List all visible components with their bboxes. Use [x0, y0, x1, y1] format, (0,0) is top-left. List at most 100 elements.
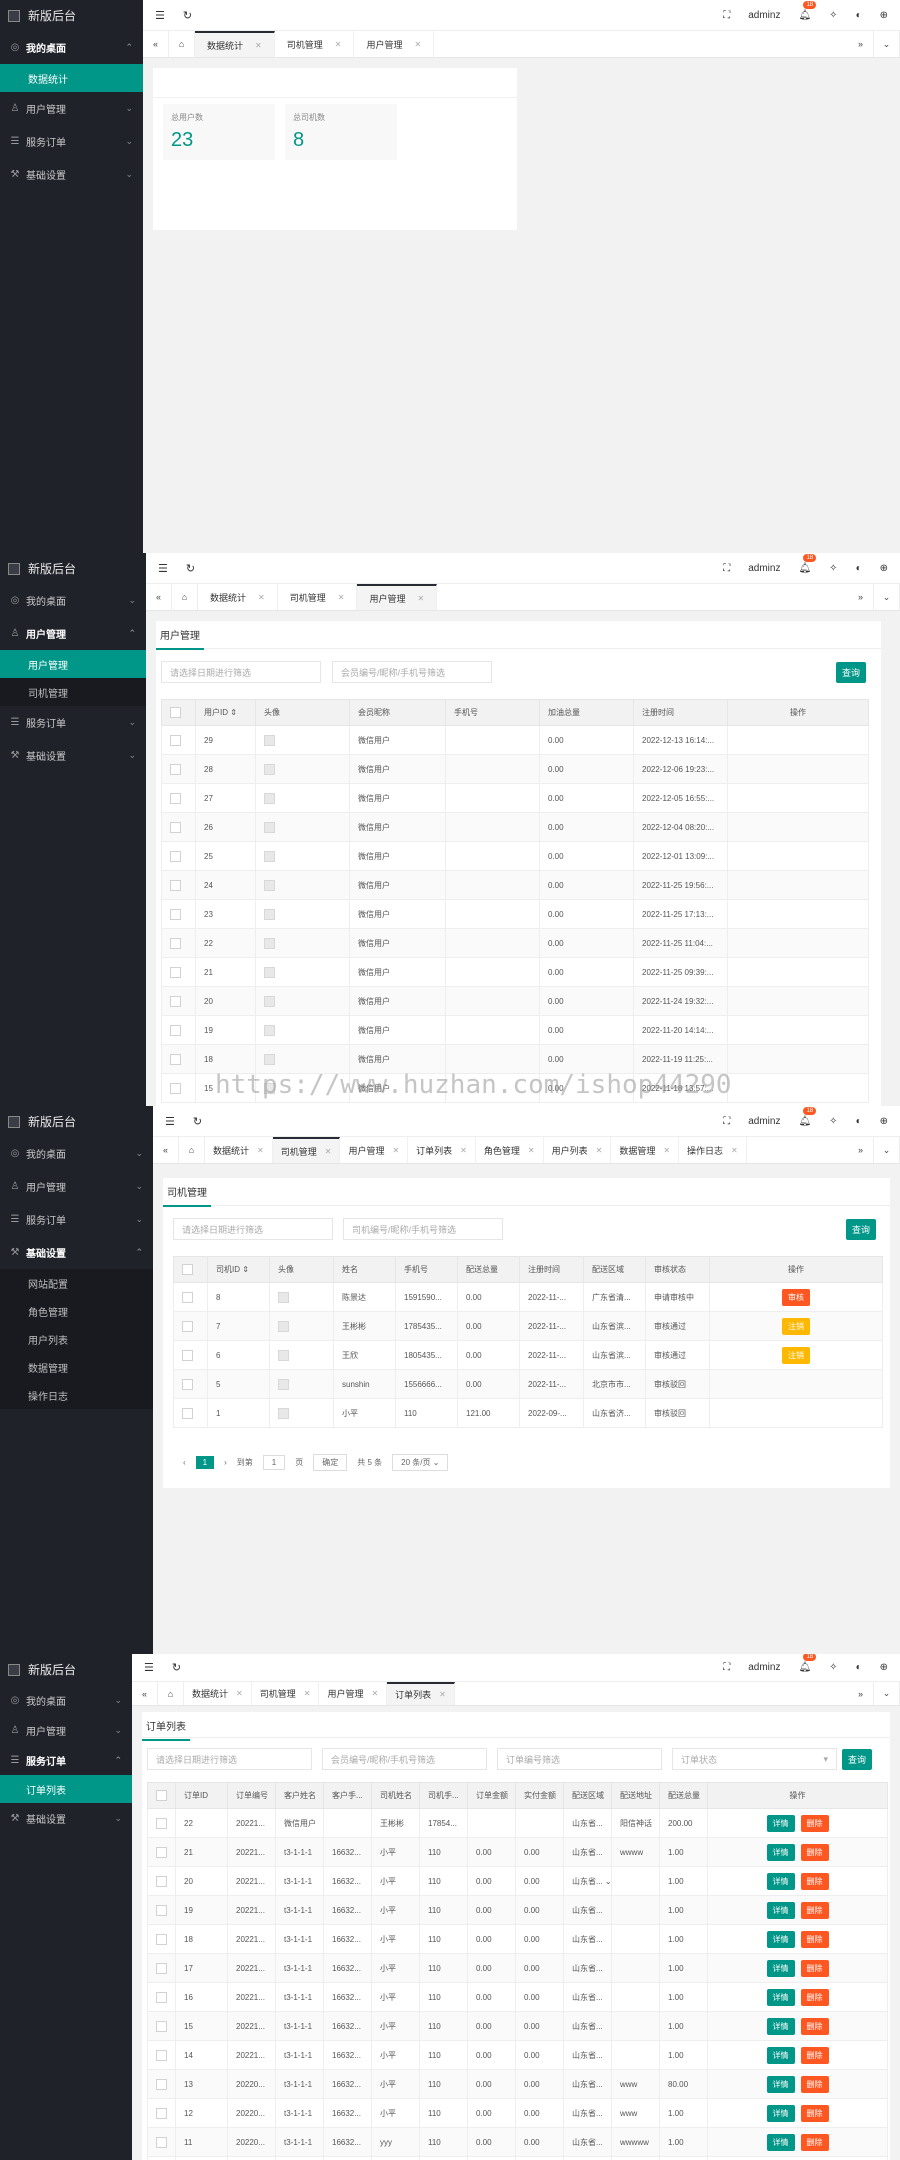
close-icon[interactable]: ✕ [325, 1147, 332, 1156]
user-menu[interactable]: adminz [748, 563, 780, 574]
date-filter-input[interactable]: 请选择日期进行筛选 [161, 661, 321, 683]
checkbox-icon[interactable] [170, 966, 181, 978]
refresh-icon[interactable]: ↻ [183, 9, 192, 22]
row-select[interactable] [173, 1311, 208, 1341]
row-select[interactable] [147, 1924, 176, 1954]
detail-button[interactable]: 详情 [766, 1988, 795, 2006]
fullscreen-icon[interactable]: ⛶ [723, 1116, 730, 1127]
delete-button[interactable]: 删除 [800, 1988, 829, 2006]
nav-item-driver-mgmt[interactable]: 司机管理 [0, 678, 146, 706]
delete-button[interactable]: 删除 [800, 1901, 829, 1919]
row-select[interactable] [161, 812, 196, 842]
checkbox-icon[interactable] [156, 1904, 167, 1916]
delete-button[interactable]: 删除 [800, 2104, 829, 2122]
tab-prev-icon[interactable]: « [153, 1137, 179, 1163]
row-select[interactable] [147, 1982, 176, 2012]
order-number-input[interactable]: 订单编号筛选 [497, 1748, 662, 1770]
close-icon[interactable]: ✕ [392, 1146, 399, 1155]
row-select[interactable] [147, 2069, 176, 2099]
checkbox-icon[interactable] [170, 937, 181, 949]
checkbox-icon[interactable] [170, 1082, 181, 1094]
nav-user-mgmt[interactable]: ♙ 用户管理 ⌄ [0, 1715, 132, 1745]
row-select[interactable] [161, 899, 196, 929]
date-filter-input[interactable]: 请选择日期进行筛选 [173, 1218, 333, 1240]
delete-button[interactable]: 删除 [800, 1959, 829, 1977]
row-select[interactable] [161, 957, 196, 987]
date-filter-input[interactable]: 请选择日期进行筛选 [147, 1748, 312, 1770]
menu-toggle-icon[interactable]: ☰ [155, 9, 165, 22]
tab-driver-mgmt[interactable]: 司机管理 ✕ [272, 1137, 341, 1163]
page-input[interactable]: 1 [262, 1455, 286, 1470]
nav-base-settings[interactable]: ⚒ 基础设置 ⌃ [0, 1236, 153, 1269]
detail-button[interactable]: 详情 [766, 2075, 795, 2093]
close-icon[interactable]: ✕ [257, 1146, 264, 1155]
clear-icon[interactable]: ✧ [829, 1662, 837, 1673]
row-select[interactable] [147, 2127, 176, 2157]
checkbox-icon[interactable] [182, 1264, 193, 1275]
nav-item-user-mgmt[interactable]: 用户管理 [0, 650, 146, 678]
fullscreen-icon[interactable]: ⛶ [723, 1662, 730, 1673]
row-select[interactable] [147, 2098, 176, 2128]
detail-button[interactable]: 详情 [766, 2046, 795, 2064]
checkbox-icon[interactable] [156, 1933, 167, 1945]
fullscreen-icon[interactable]: ⛶ [723, 10, 730, 21]
checkbox-icon[interactable] [170, 1053, 181, 1065]
clear-icon[interactable]: ✧ [829, 563, 837, 574]
tab-home-icon[interactable]: ⌂ [169, 31, 195, 57]
row-select[interactable] [173, 1340, 208, 1370]
checkbox-icon[interactable] [156, 2078, 167, 2090]
checkbox-icon[interactable] [156, 1790, 167, 1801]
tab-next-icon[interactable]: » [848, 1137, 874, 1163]
nav-desktop[interactable]: ◎ 我的桌面 ⌃ [0, 31, 143, 64]
nav-user-mgmt[interactable]: ♙ 用户管理 ⌄ [0, 92, 143, 125]
tab-user-list[interactable]: 用户列表 ✕ [544, 1137, 612, 1163]
close-icon[interactable]: ✕ [338, 593, 345, 602]
nav-item-site-config[interactable]: 网站配置 [0, 1269, 153, 1297]
checkbox-icon[interactable] [170, 850, 181, 862]
row-select[interactable] [147, 1895, 176, 1925]
detail-button[interactable]: 详情 [766, 1959, 795, 1977]
menu-toggle-icon[interactable]: ☰ [144, 1661, 154, 1674]
clear-icon[interactable]: ✧ [829, 1116, 837, 1127]
tab-data-stats[interactable]: 数据统计 ✕ [198, 584, 278, 610]
language-icon[interactable]: ⊕ [880, 10, 888, 21]
next-page-icon[interactable]: › [224, 1458, 227, 1467]
checkbox-icon[interactable] [156, 2049, 167, 2061]
menu-toggle-icon[interactable]: ☰ [158, 562, 168, 575]
row-select[interactable] [147, 1953, 176, 1983]
clear-icon[interactable]: ✧ [829, 10, 837, 21]
nav-item-data-mgmt[interactable]: 数据管理 [0, 1353, 153, 1381]
checkbox-icon[interactable] [156, 1846, 167, 1858]
checkbox-icon[interactable] [170, 995, 181, 1007]
checkbox-icon[interactable] [156, 1817, 167, 1829]
tab-home-icon[interactable]: ⌂ [158, 1682, 184, 1705]
checkbox-icon[interactable] [170, 792, 181, 804]
nav-base-settings[interactable]: ⚒ 基础设置 ⌄ [0, 1803, 132, 1833]
tab-home-icon[interactable]: ⌂ [172, 584, 198, 610]
delete-button[interactable]: 删除 [800, 1872, 829, 1890]
language-icon[interactable]: ⊕ [880, 563, 888, 574]
confirm-button[interactable]: 确定 [313, 1454, 348, 1471]
tab-next-icon[interactable]: » [848, 584, 874, 610]
checkbox-icon[interactable] [170, 763, 181, 775]
close-icon[interactable]: ✕ [460, 1146, 467, 1155]
nav-desktop[interactable]: ◎ 我的桌面 ⌄ [0, 584, 146, 617]
row-select[interactable] [161, 841, 196, 871]
checkbox-icon[interactable] [170, 734, 181, 746]
detail-button[interactable]: 详情 [766, 2104, 795, 2122]
bell-icon[interactable]: 🔔︎ 18 [798, 0, 817, 21]
menu-toggle-icon[interactable]: ☰ [165, 1115, 175, 1128]
bell-icon[interactable]: 🔔︎ 18 [798, 1654, 817, 1673]
checkbox-icon[interactable] [170, 879, 181, 891]
close-icon[interactable]: ✕ [439, 1690, 446, 1699]
nav-item-user-list[interactable]: 用户列表 [0, 1325, 153, 1353]
checkbox-icon[interactable] [182, 1407, 193, 1419]
bell-icon[interactable]: 🔔︎ 18 [798, 1106, 817, 1127]
col-header[interactable]: 用户ID ⇕ [195, 699, 256, 726]
language-icon[interactable]: ⊕ [880, 1662, 888, 1673]
checkbox-icon[interactable] [156, 2136, 167, 2148]
row-select[interactable] [147, 1808, 176, 1838]
detail-button[interactable]: 详情 [766, 1814, 795, 1832]
refresh-icon[interactable]: ↻ [172, 1661, 181, 1674]
search-input[interactable]: 会员编号/昵称/手机号筛选 [322, 1748, 487, 1770]
